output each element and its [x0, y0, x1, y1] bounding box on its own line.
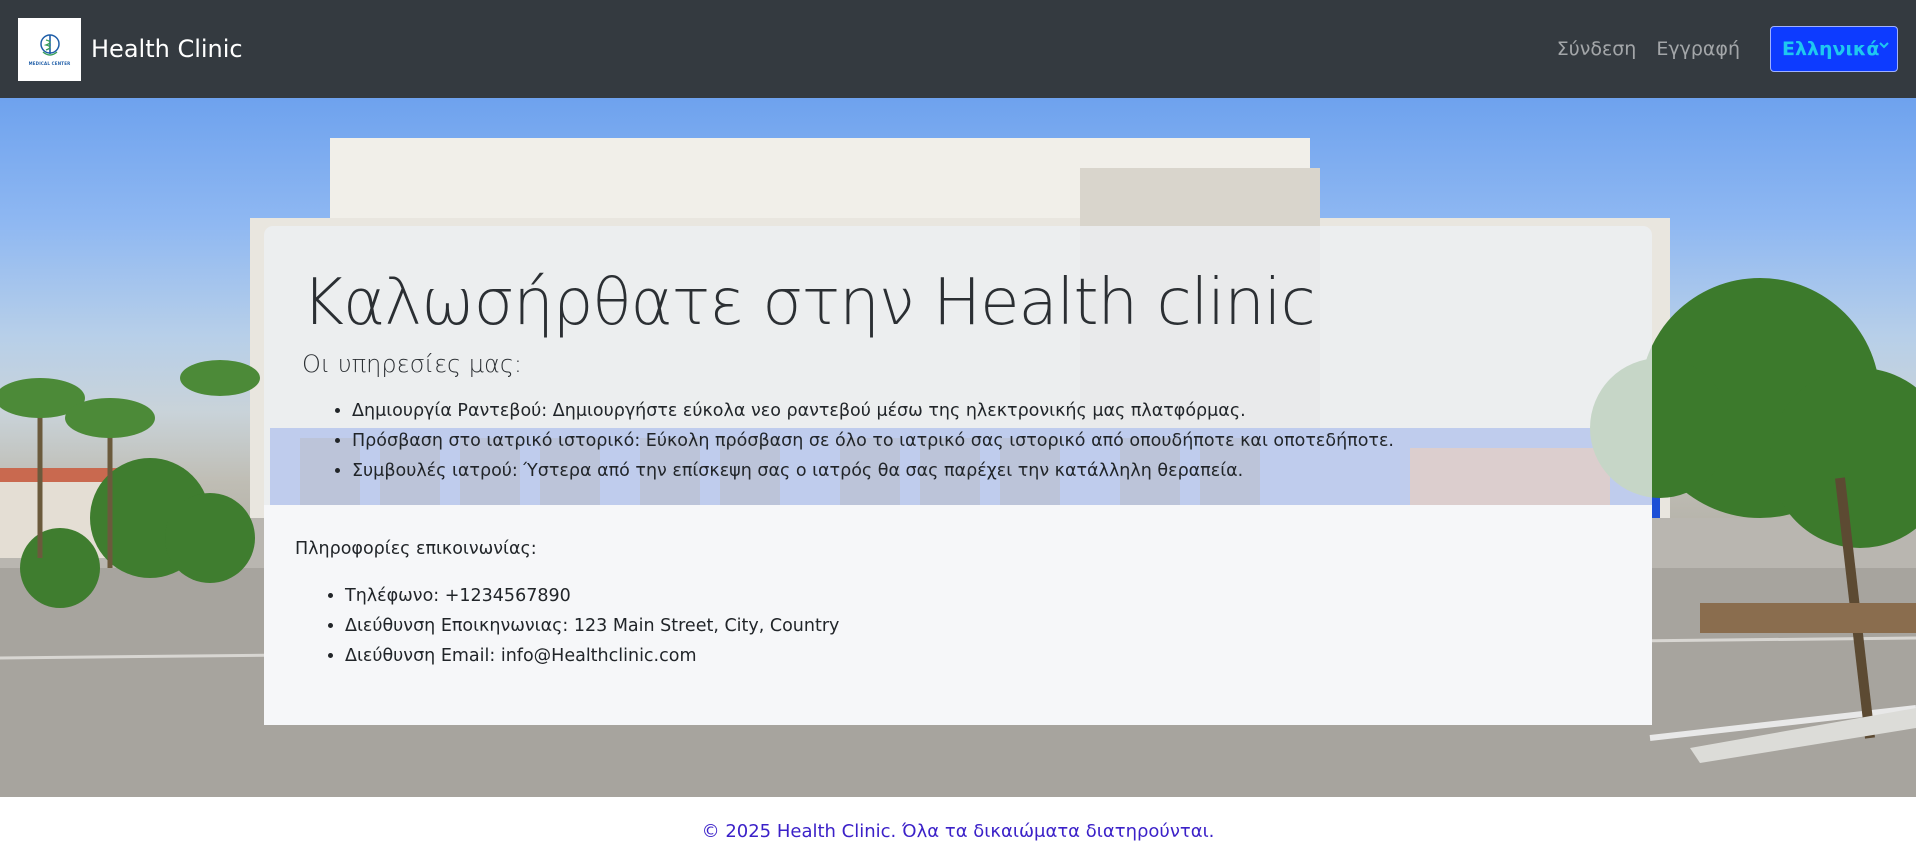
footer-copyright: © 2025 Health Clinic. Όλα τα δικαιώματα … — [701, 820, 1215, 842]
contact-address: Διεύθυνση Εποικηνωνιας: 123 Main Street,… — [345, 611, 1621, 641]
logo-text: MEDICAL CENTER — [28, 61, 71, 66]
nav-right: Σύνδεση Εγγραφή Ελληνικά — [1537, 26, 1898, 72]
contact-heading: Πληροφορίες επικοινωνίας: — [295, 539, 537, 559]
brand[interactable]: MEDICAL CENTER Health Clinic — [18, 17, 243, 81]
page-title: Καλωσήρθατε στην Health clinic — [302, 266, 1316, 340]
login-link[interactable]: Σύνδεση — [1557, 38, 1637, 60]
clinic-logo[interactable]: MEDICAL CENTER — [18, 17, 81, 81]
chevron-down-icon — [1879, 42, 1889, 49]
language-selected-value: Ελληνικά — [1782, 38, 1880, 60]
contact-card: Πληροφορίες επικοινωνίας: Τηλέφωνο: +123… — [264, 505, 1652, 725]
services-list: Δημιουργία Ραντεβού: Δημιουργήστε εύκολα… — [352, 396, 1614, 486]
navbar: MEDICAL CENTER Health Clinic Σύνδεση Εγγ… — [0, 0, 1916, 98]
service-item: Συμβουλές ιατρού: Ύστερα από την επίσκεψ… — [352, 456, 1614, 486]
caduceus-icon — [39, 34, 60, 56]
service-item: Δημιουργία Ραντεβού: Δημιουργήστε εύκολα… — [352, 396, 1614, 426]
services-heading: Οι υπηρεσίες μας: — [302, 350, 523, 379]
service-item: Πρόσβαση στο ιατρικό ιστορικό: Εύκολη πρ… — [352, 426, 1614, 456]
contact-email: Διεύθυνση Email: info@Healthclinic.com — [345, 641, 1621, 671]
contact-phone: Τηλέφωνο: +1234567890 — [345, 581, 1621, 611]
brand-name[interactable]: Health Clinic — [91, 35, 243, 63]
footer: © 2025 Health Clinic. Όλα τα δικαιώματα … — [0, 797, 1916, 865]
register-link[interactable]: Εγγραφή — [1656, 38, 1740, 60]
language-select[interactable]: Ελληνικά — [1770, 26, 1898, 72]
contact-list: Τηλέφωνο: +1234567890 Διεύθυνση Εποικηνω… — [345, 581, 1621, 671]
